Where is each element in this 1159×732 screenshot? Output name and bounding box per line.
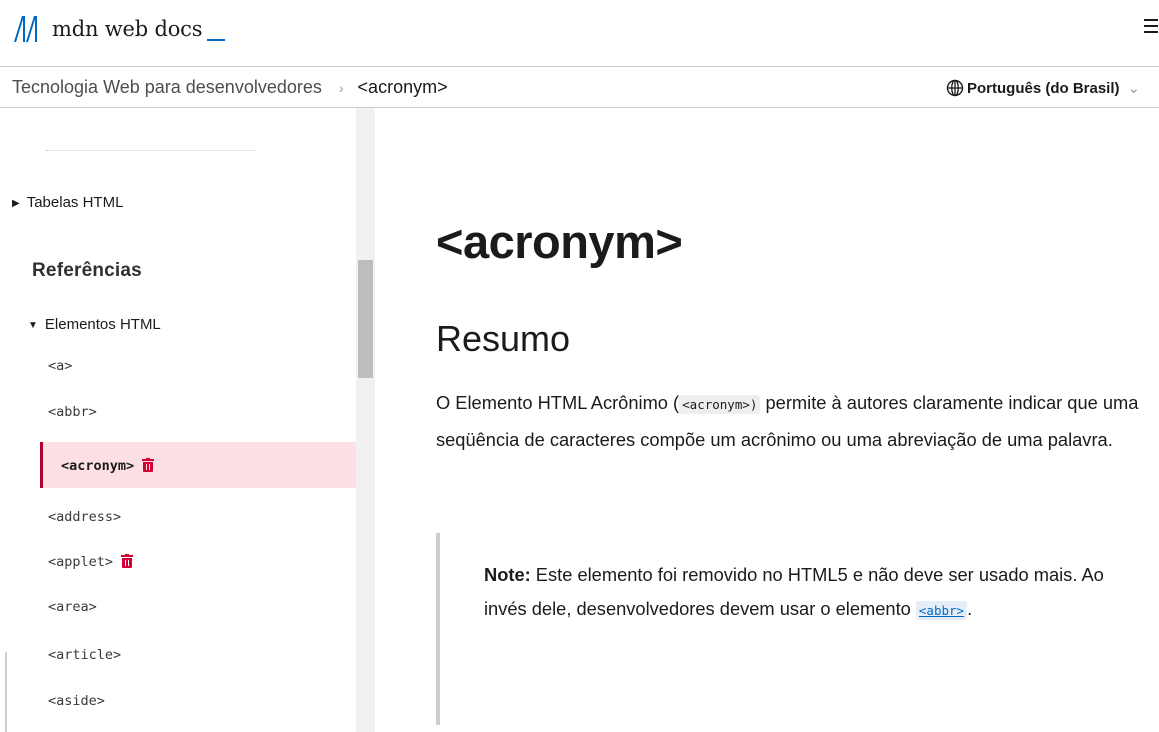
sidebar-item-area[interactable]: <area> xyxy=(48,599,97,615)
sidebar-heading: Referências xyxy=(32,260,142,281)
sidebar: ▶ Tabelas HTML Referências ▼ Elementos HTM… xyxy=(0,108,376,732)
sidebar-scrollbar-thumb[interactable] xyxy=(358,260,373,378)
sidebar-item-abbr[interactable]: <abbr> xyxy=(48,404,97,420)
breadcrumb-bar: Tecnologia Web para desenvolvedores › <a… xyxy=(0,66,1159,108)
breadcrumb: Tecnologia Web para desenvolvedores › <a… xyxy=(12,77,448,98)
sidebar-scrollbar[interactable] xyxy=(356,108,375,732)
hamburger-icon[interactable] xyxy=(1144,16,1159,34)
globe-icon xyxy=(946,79,964,97)
note-label: Note: xyxy=(484,564,531,585)
sidebar-item-applet[interactable]: <applet> xyxy=(48,554,134,570)
sidebar-item-acronym[interactable]: <acronym> xyxy=(61,458,155,474)
trash-icon xyxy=(142,458,155,472)
sidebar-item-tabelas-html[interactable]: ▶ Tabelas HTML xyxy=(12,194,123,211)
sidebar-item-article[interactable]: <article> xyxy=(48,647,121,663)
sidebar-item-a[interactable]: <a> xyxy=(48,358,72,374)
site-header: mdn web docs xyxy=(0,0,1159,66)
note-body: Este elemento foi removido no HTML5 e nã… xyxy=(484,564,1104,619)
left-edge-divider xyxy=(5,652,7,732)
sidebar-item-label: <applet> xyxy=(48,554,114,570)
mdn-logo-icon xyxy=(14,16,37,42)
logo-cursor xyxy=(207,39,226,41)
breadcrumb-current[interactable]: <acronym> xyxy=(358,77,448,98)
abbr-link[interactable]: <abbr> xyxy=(915,601,968,620)
trash-icon xyxy=(121,554,134,568)
summary-text-start: O Elemento HTML Acrônimo ( xyxy=(436,392,680,413)
sidebar-item-aside[interactable]: <aside> xyxy=(48,693,105,709)
chevron-right-icon: › xyxy=(338,79,344,96)
language-switcher[interactable]: Português (do Brasil) ⌄ xyxy=(946,79,1140,97)
inline-code-acronym: <acronym>) xyxy=(679,395,761,414)
sidebar-faded-item xyxy=(46,150,256,153)
sidebar-item-label: Tabelas HTML xyxy=(26,194,124,211)
triangle-right-icon: ▶ xyxy=(12,198,20,209)
logo-text: mdn web docs xyxy=(52,17,203,41)
sidebar-item-address[interactable]: <address> xyxy=(48,509,121,525)
note-text: Note: Este elemento foi removido no HTML… xyxy=(484,558,1124,628)
mdn-logo-link[interactable]: mdn web docs xyxy=(13,9,226,43)
language-label: Português (do Brasil) xyxy=(967,79,1120,97)
triangle-down-icon: ▼ xyxy=(28,320,38,331)
note-end: . xyxy=(967,598,973,619)
section-heading-resumo: Resumo xyxy=(436,318,571,359)
chevron-down-icon: ⌄ xyxy=(1127,80,1141,97)
sidebar-group-elementos-html[interactable]: ▼ Elementos HTML xyxy=(28,316,161,333)
summary-paragraph: O Elemento HTML Acrônimo (<acronym>) per… xyxy=(436,386,1152,457)
page-title: <acronym> xyxy=(436,215,683,268)
sidebar-item-label: <acronym> xyxy=(61,458,135,474)
breadcrumb-root-link[interactable]: Tecnologia Web para desenvolvedores xyxy=(12,77,322,98)
sidebar-group-label: Elementos HTML xyxy=(44,316,161,333)
